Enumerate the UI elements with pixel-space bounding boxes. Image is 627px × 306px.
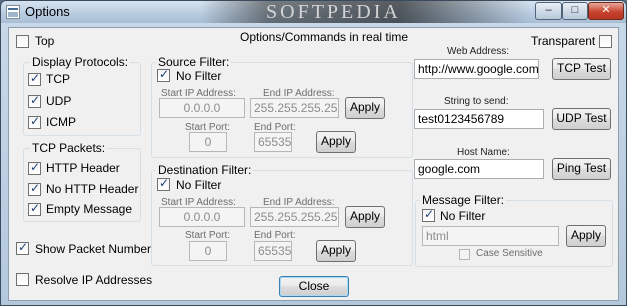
message-no-filter-checkbox[interactable] [422,207,435,222]
source-port-apply-button[interactable]: Apply [316,131,356,153]
title-bar[interactable]: Options SOFTPEDIA – □ ✕ [1,1,626,23]
destination-filter-title: Destination Filter: [156,163,254,177]
web-address-label: Web Address: [447,46,510,57]
destination-end-port-label: End Port: [254,230,296,241]
display-protocols-title: Display Protocols: [30,55,131,69]
source-start-port-field[interactable]: 0 [189,132,227,152]
tcp-packets-title: TCP Packets: [30,141,108,155]
source-no-filter-label: No Filter [176,69,222,83]
tcp-checkbox[interactable] [28,71,41,86]
transparent-label: Transparent [531,34,596,48]
message-no-filter-label: No Filter [440,209,486,223]
resolve-ip-label: Resolve IP Addresses [35,273,153,287]
source-start-ip-field[interactable]: 0.0.0.0 [159,98,245,118]
destination-start-port-field[interactable]: 0 [189,241,227,261]
tcp-label: TCP [46,72,70,86]
maximize-button[interactable]: □ [562,2,588,20]
http-header-label: HTTP Header [46,161,120,175]
source-end-ip-field[interactable]: 255.255.255.255 [250,98,339,118]
options-window: Options SOFTPEDIA – □ ✕ Top Options/Comm… [0,0,627,306]
destination-no-filter-checkbox[interactable] [157,176,170,191]
web-address-input[interactable]: http://www.google.com [414,59,539,79]
source-no-filter-checkbox[interactable] [157,67,170,82]
dialog-client-area: Top Options/Commands in real time Transp… [8,27,619,301]
show-packet-number-label: Show Packet Number [35,242,152,256]
destination-port-apply-button[interactable]: Apply [316,240,356,262]
destination-start-ip-field[interactable]: 0.0.0.0 [159,207,245,227]
show-packet-number-checkbox[interactable] [16,240,29,255]
destination-ip-apply-button[interactable]: Apply [345,206,385,228]
minimize-button[interactable]: – [535,2,562,20]
message-filter-apply-button[interactable]: Apply [566,225,606,247]
transparent-checkbox[interactable] [599,35,612,48]
destination-no-filter-label: No Filter [176,178,222,192]
tcp-test-button[interactable]: TCP Test [552,58,611,80]
top-checkbox[interactable] [16,35,29,48]
window-title: Options [25,4,70,19]
source-ip-apply-button[interactable]: Apply [345,97,385,119]
message-filter-title: Message Filter: [420,193,507,207]
close-button[interactable]: Close [279,276,349,297]
host-name-label: Host Name: [457,147,510,158]
empty-message-label: Empty Message [46,202,133,216]
udp-test-button[interactable]: UDP Test [552,108,611,130]
window-icon [6,5,20,19]
message-filter-field[interactable]: html [422,226,559,246]
icmp-checkbox[interactable] [28,114,41,129]
source-end-port-field[interactable]: 65535 [254,132,292,152]
ping-test-button[interactable]: Ping Test [552,158,611,180]
destination-end-port-field[interactable]: 65535 [254,241,292,261]
string-to-send-input[interactable]: test0123456789 [414,109,544,129]
case-sensitive-label: Case Sensitive [476,248,543,259]
icmp-label: ICMP [46,115,76,129]
top-label: Top [35,34,55,48]
resolve-ip-checkbox[interactable] [16,273,29,286]
destination-end-ip-field[interactable]: 255.255.255.255 [250,207,339,227]
watermark-text: SOFTPEDIA [266,1,401,23]
udp-checkbox[interactable] [28,93,41,108]
host-name-input[interactable]: google.com [414,159,544,179]
close-window-button[interactable]: ✕ [588,2,624,20]
udp-label: UDP [46,94,72,108]
no-http-header-checkbox[interactable] [28,181,41,196]
destination-start-port-label: Start Port: [185,230,231,241]
empty-message-checkbox[interactable] [28,201,41,216]
no-http-header-label: No HTTP Header [46,182,139,196]
string-to-send-label: String to send: [444,96,509,107]
http-header-checkbox[interactable] [28,160,41,175]
case-sensitive-checkbox[interactable] [459,249,470,260]
header-title: Options/Commands in real time [240,30,409,44]
